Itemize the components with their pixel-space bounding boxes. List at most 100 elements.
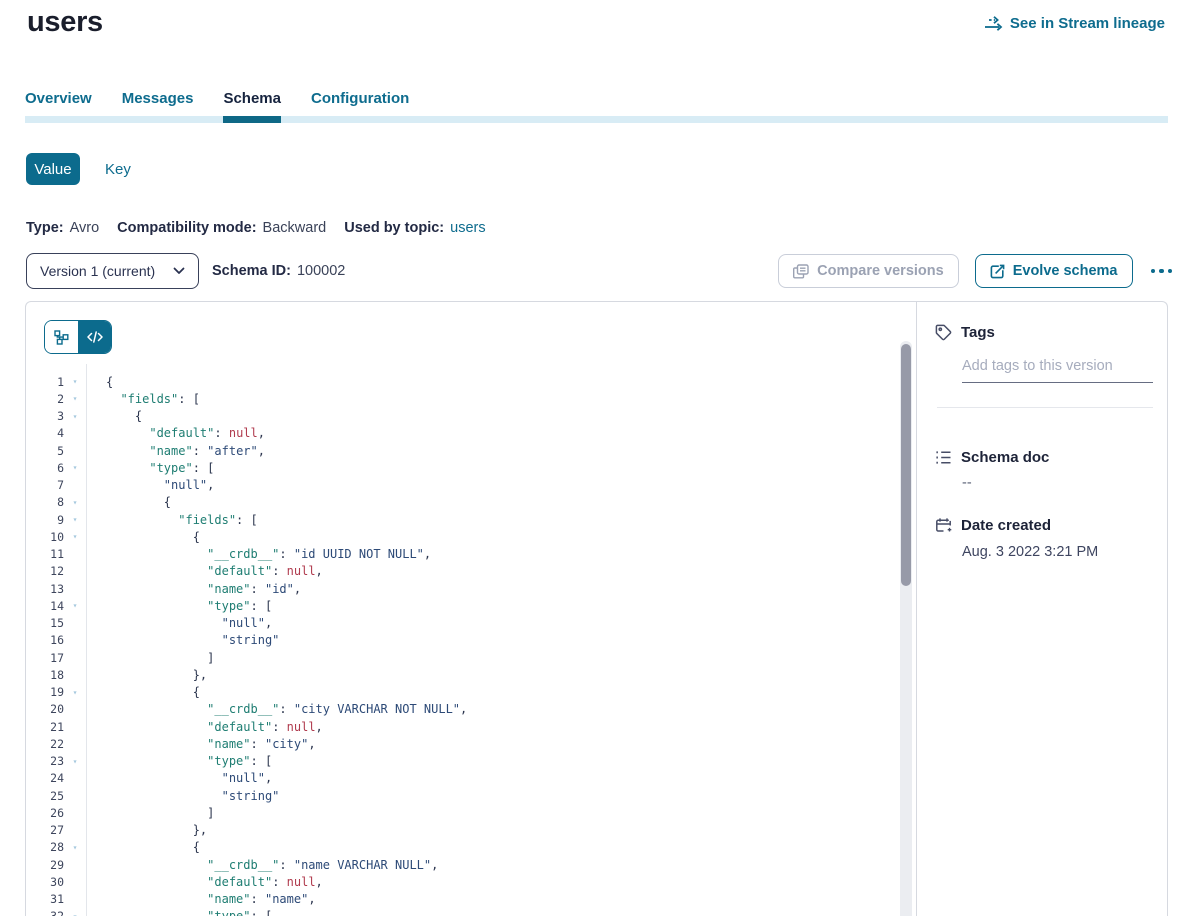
code-text: ] — [86, 651, 214, 665]
code-line: 10▾ { — [26, 528, 896, 545]
code-line: 1▾{ — [26, 373, 896, 390]
code-line: 27 }, — [26, 822, 896, 839]
bulleted-list-icon — [935, 450, 952, 465]
code-text: "__crdb__": "city VARCHAR NOT NULL", — [86, 702, 467, 716]
stream-lineage-icon — [984, 15, 1003, 32]
code-line: 15 "null", — [26, 615, 896, 632]
code-line: 28▾ { — [26, 839, 896, 856]
code-text: "fields": [ — [86, 513, 258, 527]
ellipsis-dot — [1168, 269, 1173, 274]
code-text: "string" — [86, 633, 279, 647]
line-number: 1 — [26, 375, 64, 389]
editor-scrollbar[interactable] — [900, 341, 912, 916]
version-select[interactable]: Version 1 (current) — [26, 253, 199, 289]
code-line: 7 "null", — [26, 477, 896, 494]
line-number: 28 — [26, 840, 64, 854]
code-text: "null", — [86, 616, 272, 630]
line-number: 22 — [26, 737, 64, 751]
line-number: 12 — [26, 564, 64, 578]
code-text: "__crdb__": "id UUID NOT NULL", — [86, 547, 431, 561]
line-number: 14 — [26, 599, 64, 613]
code-view-button[interactable] — [78, 321, 111, 353]
code-line: 9▾ "fields": [ — [26, 511, 896, 528]
line-number: 4 — [26, 426, 64, 440]
fold-toggle-icon[interactable]: ▾ — [64, 515, 86, 524]
line-number: 23 — [26, 754, 64, 768]
line-number: 6 — [26, 461, 64, 475]
compatibility-label: Compatibility mode: — [117, 220, 256, 236]
tree-view-button[interactable] — [45, 321, 78, 353]
code-line: 2▾ "fields": [ — [26, 390, 896, 407]
used-by-topic-label: Used by topic: — [344, 220, 444, 236]
code-text: { — [86, 530, 200, 544]
line-number: 13 — [26, 582, 64, 596]
topic-link[interactable]: users — [450, 220, 485, 236]
code-line: 21 "default": null, — [26, 718, 896, 735]
line-number: 26 — [26, 806, 64, 820]
stream-lineage-label: See in Stream lineage — [1010, 15, 1165, 32]
code-text: "name": "name", — [86, 892, 316, 906]
tab-schema[interactable]: Schema — [223, 90, 281, 123]
code-text: "name": "id", — [86, 582, 301, 596]
code-text: { — [86, 375, 113, 389]
fold-toggle-icon[interactable]: ▾ — [64, 601, 86, 610]
date-created-title: Date created — [961, 517, 1051, 534]
fold-toggle-icon[interactable]: ▾ — [64, 394, 86, 403]
code-text: "fields": [ — [86, 392, 200, 406]
schema-doc-section-header: Schema doc — [935, 449, 1049, 466]
line-number: 5 — [26, 444, 64, 458]
code-text: "default": null, — [86, 875, 323, 889]
code-line: 11 "__crdb__": "id UUID NOT NULL", — [26, 546, 896, 563]
fold-toggle-icon[interactable]: ▾ — [64, 757, 86, 766]
tag-icon — [935, 324, 952, 341]
line-number: 24 — [26, 771, 64, 785]
line-number: 2 — [26, 392, 64, 406]
code-editor: 1▾{2▾ "fields": [3▾ {4 "default": null,5… — [26, 302, 916, 916]
line-number: 19 — [26, 685, 64, 699]
add-tags-input[interactable] — [962, 354, 1153, 383]
fold-toggle-icon[interactable]: ▾ — [64, 463, 86, 472]
code-text: "default": null, — [86, 720, 323, 734]
tags-section-header: Tags — [935, 324, 995, 341]
ellipsis-dot — [1159, 269, 1164, 274]
scrollbar-thumb[interactable] — [901, 344, 911, 586]
line-number: 31 — [26, 892, 64, 906]
code-line: 30 "default": null, — [26, 873, 896, 890]
tab-bar: Overview Messages Schema Configuration — [25, 90, 1168, 123]
code-line: 3▾ { — [26, 408, 896, 425]
tags-title: Tags — [961, 324, 995, 341]
code-view-icon — [87, 331, 103, 343]
tree-view-icon — [54, 330, 69, 345]
fold-toggle-icon[interactable]: ▾ — [64, 843, 86, 852]
schema-actions: Compare versions Evolve schema — [778, 254, 1174, 288]
code-text: { — [86, 685, 200, 699]
code-text: }, — [86, 823, 207, 837]
code-text: "name": "after", — [86, 444, 265, 458]
code-line: 6▾ "type": [ — [26, 459, 896, 476]
code-line: 32▾ "type": [ — [26, 908, 896, 916]
more-options-button[interactable] — [1149, 265, 1175, 278]
stream-lineage-link[interactable]: See in Stream lineage — [984, 15, 1165, 32]
editor-view-toggle — [44, 320, 112, 354]
version-select-value: Version 1 (current) — [40, 263, 155, 279]
compare-versions-button[interactable]: Compare versions — [778, 254, 959, 288]
line-number: 20 — [26, 702, 64, 716]
line-number: 16 — [26, 633, 64, 647]
code-line: 25 "string" — [26, 787, 896, 804]
schema-id-value: 100002 — [297, 263, 345, 279]
fold-toggle-icon[interactable]: ▾ — [64, 688, 86, 697]
chevron-down-icon — [173, 267, 185, 275]
fold-toggle-icon[interactable]: ▾ — [64, 912, 86, 916]
key-toggle-button[interactable]: Key — [105, 161, 131, 178]
date-created-section-header: Date created — [935, 517, 1051, 534]
fold-toggle-icon[interactable]: ▾ — [64, 377, 86, 386]
code-text: "__crdb__": "name VARCHAR NULL", — [86, 858, 438, 872]
fold-toggle-icon[interactable]: ▾ — [64, 412, 86, 421]
code-text: "type": [ — [86, 909, 272, 916]
code-line: 4 "default": null, — [26, 425, 896, 442]
fold-toggle-icon[interactable]: ▾ — [64, 532, 86, 541]
value-toggle-button[interactable]: Value — [26, 153, 80, 185]
fold-toggle-icon[interactable]: ▾ — [64, 498, 86, 507]
evolve-schema-button[interactable]: Evolve schema — [975, 254, 1133, 288]
code-line: 16 "string" — [26, 632, 896, 649]
